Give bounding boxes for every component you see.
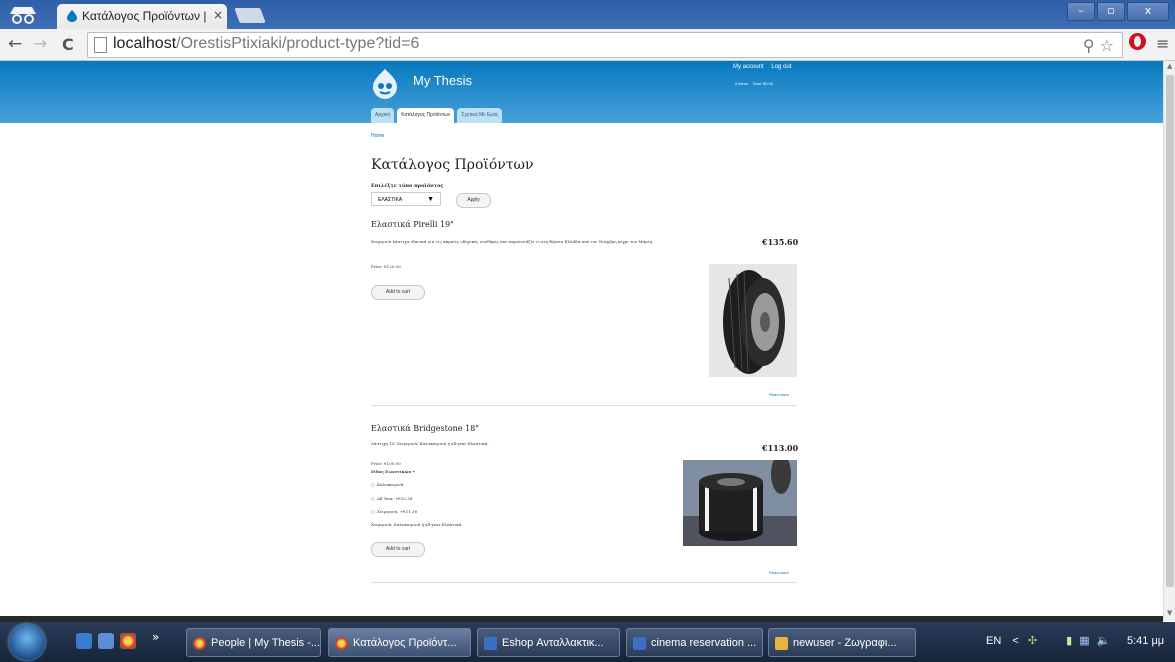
- read-more-link[interactable]: Read more: [769, 392, 789, 397]
- back-arrow-icon[interactable]: ←: [8, 34, 22, 54]
- page-viewport: My Thesis My account Log out 0 items Tot…: [0, 61, 1163, 616]
- site-header: My Thesis My account Log out 0 items Tot…: [0, 61, 1163, 123]
- window-maximize-button[interactable]: ▫: [1097, 2, 1125, 21]
- pirelli-tyre-image[interactable]: [709, 264, 797, 377]
- scroll-down-icon[interactable]: ▼: [1167, 609, 1172, 617]
- log-out-link[interactable]: Log out: [771, 64, 791, 70]
- tab-about-us[interactable]: Σχετικά Με Εμάς: [457, 108, 503, 123]
- tyre-type-label: Είδος Ελαστικών *: [371, 469, 415, 474]
- chrome-menu-icon[interactable]: ≡: [1156, 34, 1169, 53]
- opera-extension-icon[interactable]: [1129, 33, 1146, 50]
- taskbar-task[interactable]: cinema reservation ...: [626, 628, 763, 657]
- product-description: Χειμερινά λάστιχα,ιδανικά για τις ακραίε…: [371, 239, 654, 244]
- network-icon[interactable]: ✣: [1028, 635, 1037, 647]
- add-to-cart-button[interactable]: Add to cart: [371, 285, 425, 300]
- page-icon: [94, 37, 107, 53]
- system-tray: EN < ✣ ▮ ▦ 🔈: [986, 634, 1110, 647]
- quicklaunch-chevron-icon[interactable]: »: [152, 630, 159, 644]
- show-desktop-icon[interactable]: [76, 633, 92, 649]
- clock[interactable]: 5:41 μμ: [1127, 635, 1164, 647]
- main-menu: Αρχική Κατάλογος Προϊόντων Σχετικά Με Εμ…: [371, 108, 503, 123]
- language-indicator[interactable]: EN: [986, 635, 1001, 647]
- windows-taskbar: » People | My Thesis -... Κατάλογος Προϊ…: [0, 622, 1175, 662]
- start-button[interactable]: [9, 624, 45, 660]
- product-price-display: €113.00: [762, 443, 799, 453]
- scroll-up-icon[interactable]: ▲: [1167, 62, 1172, 70]
- forward-arrow-icon[interactable]: →: [33, 34, 47, 54]
- product-price-display: €135.60: [762, 237, 799, 247]
- apply-button[interactable]: Apply: [456, 193, 491, 208]
- volume-icon[interactable]: 🔈: [1097, 635, 1111, 647]
- divider: [371, 582, 797, 583]
- secondary-menu: My account Log out: [733, 64, 797, 70]
- product-title[interactable]: Ελαστικά Bridgestone 18": [371, 424, 479, 433]
- zoom-bookmark-star-icon[interactable]: ⚲ ☆: [1083, 36, 1114, 55]
- browser-tab-active[interactable]: Κατάλογος Προϊόντων | ×: [57, 4, 227, 29]
- tray-expand-icon[interactable]: <: [1012, 635, 1018, 647]
- filter-label: Επιλέξτε τύπο προϊόντος: [371, 183, 444, 189]
- incognito-icon: [10, 7, 36, 24]
- breadcrumb[interactable]: Home: [371, 133, 384, 139]
- chrome-icon: [193, 637, 206, 650]
- chevron-down-icon: ▼: [427, 196, 434, 203]
- radio-option[interactable]: ○ Χειμερινά, +€11.30: [371, 509, 417, 514]
- word-icon: [484, 637, 497, 650]
- page-scrollbar[interactable]: ▲ ▼: [1163, 61, 1175, 621]
- window-close-button[interactable]: x: [1127, 2, 1169, 21]
- action-center-icon[interactable]: ▮: [1066, 635, 1072, 647]
- my-account-link[interactable]: My account: [733, 64, 764, 70]
- radio-option[interactable]: ○ All Year, +€10.34: [371, 496, 412, 501]
- product-title[interactable]: Ελαστικά Pirelli 19": [371, 220, 454, 229]
- cart-total: Total: €0.00: [752, 81, 773, 86]
- paint-icon: [775, 637, 788, 650]
- address-bar[interactable]: localhost/OrestisPtixiaki/product-type?t…: [87, 32, 1123, 58]
- taskbar-task-active[interactable]: Κατάλογος Προϊόντ...: [328, 628, 471, 657]
- switch-windows-icon[interactable]: [98, 633, 114, 649]
- divider: [371, 405, 797, 406]
- radio-option[interactable]: ○ Καλοκαιρινά: [371, 482, 404, 487]
- taskbar-task[interactable]: Eshop Ανταλλακτικ...: [477, 628, 620, 657]
- window-minimize-button[interactable]: –: [1067, 2, 1095, 21]
- reload-icon[interactable]: C: [62, 35, 74, 54]
- cart-summary[interactable]: 0 items Total: €0.00: [735, 81, 773, 86]
- option-description: Χειμερινά, Καλοκαιρινά ή all-year Ελαστι…: [371, 522, 462, 527]
- bridgestone-tyres-image[interactable]: [683, 460, 797, 546]
- tab-title: Κατάλογος Προϊόντων |: [82, 9, 207, 23]
- taskbar-task[interactable]: newuser - Ζωγραφι...: [768, 628, 916, 657]
- tab-product-catalog[interactable]: Κατάλογος Προϊόντων: [397, 108, 455, 123]
- drupal-logo-icon[interactable]: [372, 69, 398, 99]
- chrome-icon: [335, 637, 348, 650]
- word-icon: [633, 637, 646, 650]
- cart-items: 0 items: [735, 81, 748, 86]
- browser-toolbar: ← → C localhost/OrestisPtixiaki/product-…: [0, 29, 1175, 61]
- product-price: Price: €120.00: [371, 264, 401, 269]
- drupal-favicon-icon: [67, 10, 77, 22]
- chrome-quicklaunch-icon[interactable]: [120, 633, 136, 649]
- product-type-select[interactable]: ΕΛΑΣΤΙΚΑ ▼: [371, 192, 441, 206]
- browser-tab-strip: Κατάλογος Προϊόντων | × – ▫ x: [0, 0, 1175, 29]
- display-icon[interactable]: ▦: [1079, 635, 1089, 647]
- product-price: Price: €100.00: [371, 461, 401, 466]
- add-to-cart-button[interactable]: Add to cart: [371, 542, 425, 557]
- read-more-link[interactable]: Read more: [769, 570, 789, 575]
- tab-home[interactable]: Αρχική: [371, 108, 395, 123]
- taskbar-task[interactable]: People | My Thesis -...: [186, 628, 321, 657]
- scrollbar-thumb[interactable]: [1166, 75, 1174, 587]
- url-text: localhost/OrestisPtixiaki/product-type?t…: [113, 35, 420, 52]
- tab-close-icon[interactable]: ×: [213, 8, 223, 22]
- site-name[interactable]: My Thesis: [413, 73, 472, 88]
- product-description: Λάστιχα 18' Χειμερινά, Καλοκαιρινά ή all…: [371, 441, 489, 446]
- page-title: Κατάλογος Προϊόντων: [371, 157, 534, 173]
- new-tab-button[interactable]: [234, 8, 266, 23]
